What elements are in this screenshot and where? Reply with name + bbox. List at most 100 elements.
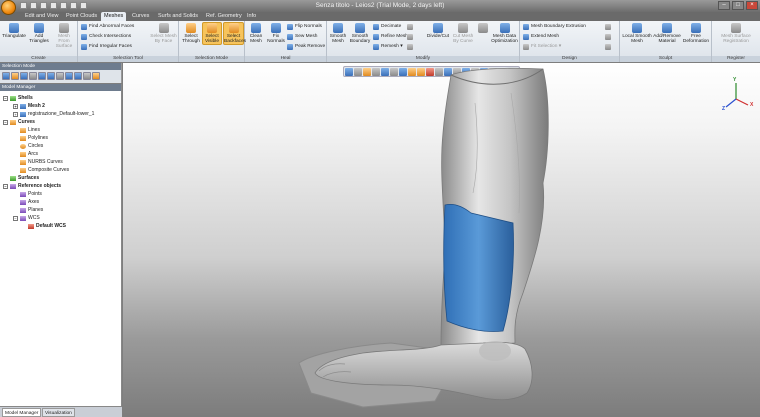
close-button[interactable]: × (746, 1, 758, 10)
local-smooth-mesh-button[interactable]: Local Smooth Mesh (622, 23, 652, 44)
tab-ref-geometry[interactable]: Ref. Geometry (203, 12, 245, 21)
tree-node-lines[interactable]: Lines (20, 126, 40, 134)
tree-node-points[interactable]: Points (20, 190, 42, 198)
find-abnormal-faces-button[interactable]: Find Abnormal Faces (81, 24, 134, 30)
collapse-icon[interactable]: − (3, 119, 8, 125)
design-tool-2[interactable] (605, 34, 613, 40)
tab-point-clouds[interactable]: Point Clouds (63, 12, 100, 21)
collapse-icon[interactable]: − (3, 183, 8, 189)
maximize-button[interactable]: □ (732, 1, 744, 10)
divide-cut-button[interactable]: Divide/Cut (426, 23, 450, 39)
select-rect-icon[interactable] (11, 72, 19, 80)
select-backfaces-icon (228, 23, 239, 33)
refine-mesh-button[interactable]: Refine Mesh (373, 34, 408, 40)
group-modify: Smooth Mesh Smooth Boundary Decimate Ref… (327, 21, 520, 62)
tab-surfs-and-solids[interactable]: Surfs and Solids (155, 12, 201, 21)
model-manager-title: Model Manager (0, 84, 121, 91)
tree-node-wcs[interactable]: − WCS (13, 214, 40, 222)
triangulate-button[interactable]: Triangulate (2, 23, 26, 39)
tree-node-mesh-2[interactable]: + Mesh 2 (13, 102, 45, 110)
select-grow-icon[interactable] (65, 72, 73, 80)
tab-curves[interactable]: Curves (129, 12, 152, 21)
tree-node-registrazione[interactable]: + registrazione_Default-lower_1 (13, 110, 94, 118)
mesh-boundary-extrusion-button[interactable]: Mesh Boundary Extrusion (523, 24, 586, 30)
select-invert-icon[interactable] (56, 72, 64, 80)
select-brush-icon[interactable] (47, 72, 55, 80)
add-remove-material-button[interactable]: Add/Remove Material (653, 23, 681, 44)
selected-mesh-region[interactable] (443, 203, 514, 332)
selection-mode-panel: Selection Mode (0, 63, 122, 83)
smooth-mesh-icon (333, 23, 343, 33)
tree-node-shells[interactable]: − Shells (3, 94, 33, 102)
mesh-tool-icon (407, 34, 413, 40)
select-all-icon[interactable] (2, 72, 10, 80)
select-polyline-icon[interactable] (29, 72, 37, 80)
refine-mesh-icon (373, 34, 379, 40)
cut-mesh-by-curve-button[interactable]: Cut Mesh By Curve (451, 23, 475, 44)
mesh-surface-registration-icon (731, 23, 741, 33)
application-menu-button[interactable] (1, 0, 16, 15)
minimize-button[interactable]: – (718, 1, 730, 10)
tree-node-surfaces[interactable]: Surfaces (10, 174, 39, 182)
tree-node-default-wcs[interactable]: Default WCS (28, 222, 66, 230)
mesh-from-surface-button[interactable]: Mesh From Surface (52, 23, 76, 49)
select-visible-icon (207, 23, 217, 33)
fix-normals-button[interactable]: Fix Normals (266, 23, 286, 44)
clean-mesh-button[interactable]: Clean Mesh (247, 23, 265, 44)
surfaces-icon (10, 175, 16, 181)
mesh-tool-icon (605, 44, 611, 50)
tree-node-composite-curves[interactable]: Composite Curves (20, 166, 69, 174)
select-backfaces-button[interactable]: Select Backfaces (223, 22, 246, 45)
design-tool-1[interactable] (605, 24, 613, 30)
select-circle-icon[interactable] (38, 72, 46, 80)
select-mesh-by-face-button[interactable]: Select Mesh By Face (150, 23, 177, 44)
extend-mesh-button[interactable]: Extend Mesh (523, 34, 559, 40)
remesh-button[interactable]: Remesh ▾ (373, 44, 403, 50)
tab-visualization[interactable]: Visualization (42, 408, 75, 417)
expand-icon[interactable]: + (13, 111, 18, 117)
tree-node-arcs[interactable]: Arcs (20, 150, 38, 158)
design-tool-3[interactable] (605, 44, 613, 50)
tab-info[interactable]: Info (244, 12, 259, 21)
expand-icon[interactable]: + (13, 103, 18, 109)
select-through-button[interactable]: Select Through (181, 23, 201, 44)
axis-label-z: Z (722, 106, 726, 112)
free-deformation-button[interactable]: Free Deformation (682, 23, 710, 44)
tree-node-axes[interactable]: Axes (20, 198, 39, 206)
tree-node-circles[interactable]: Circles (20, 142, 43, 150)
find-irregular-faces-button[interactable]: Find Irregular Faces (81, 44, 132, 50)
tool-small-2[interactable] (407, 34, 415, 40)
add-triangles-button[interactable]: Add Triangles (27, 23, 51, 44)
select-shrink-icon[interactable] (74, 72, 82, 80)
tab-model-manager[interactable]: Model Manager (2, 408, 42, 417)
modify-extra-button[interactable] (477, 23, 489, 34)
peak-remove-button[interactable]: Peak Remove (287, 44, 325, 50)
select-visible-button[interactable]: Select Visible (202, 22, 222, 45)
smooth-mesh-button[interactable]: Smooth Mesh (328, 23, 348, 44)
flip-normals-button[interactable]: Flip Normals (287, 24, 322, 30)
mesh-tool-icon (605, 24, 611, 30)
tree-node-reference-objects[interactable]: − Reference objects (3, 182, 61, 190)
sew-mesh-button[interactable]: Sew Mesh (287, 34, 317, 40)
select-settings-icon[interactable] (92, 72, 100, 80)
tool-small-1[interactable] (407, 24, 415, 30)
tab-edit-and-view[interactable]: Edit and View (22, 12, 62, 21)
fit-selection-icon (523, 44, 529, 50)
tree-node-polylines[interactable]: Polylines (20, 134, 48, 142)
tree-node-curves[interactable]: − Curves (3, 118, 35, 126)
mesh-data-optimization-button[interactable]: Mesh Data Optimization (490, 23, 519, 44)
mesh-surface-registration-button[interactable]: Mesh Surface Registration (714, 23, 758, 44)
select-clear-icon[interactable] (83, 72, 91, 80)
fit-selection-button[interactable]: Fit Selection ▾ (523, 44, 561, 50)
collapse-icon[interactable]: − (13, 215, 18, 221)
check-intersections-button[interactable]: Check Intersections (81, 34, 131, 40)
smooth-boundary-button[interactable]: Smooth Boundary (349, 23, 371, 44)
3d-viewport[interactable]: Y X Z (123, 63, 760, 417)
tree-node-nurbs-curves[interactable]: NURBS Curves (20, 158, 63, 166)
decimate-button[interactable]: Decimate (373, 24, 401, 30)
tab-meshes[interactable]: Meshes (101, 12, 127, 21)
select-lasso-icon[interactable] (20, 72, 28, 80)
collapse-icon[interactable]: − (3, 95, 8, 101)
tree-node-planes[interactable]: Planes (20, 206, 43, 214)
tool-small-3[interactable] (407, 44, 415, 50)
